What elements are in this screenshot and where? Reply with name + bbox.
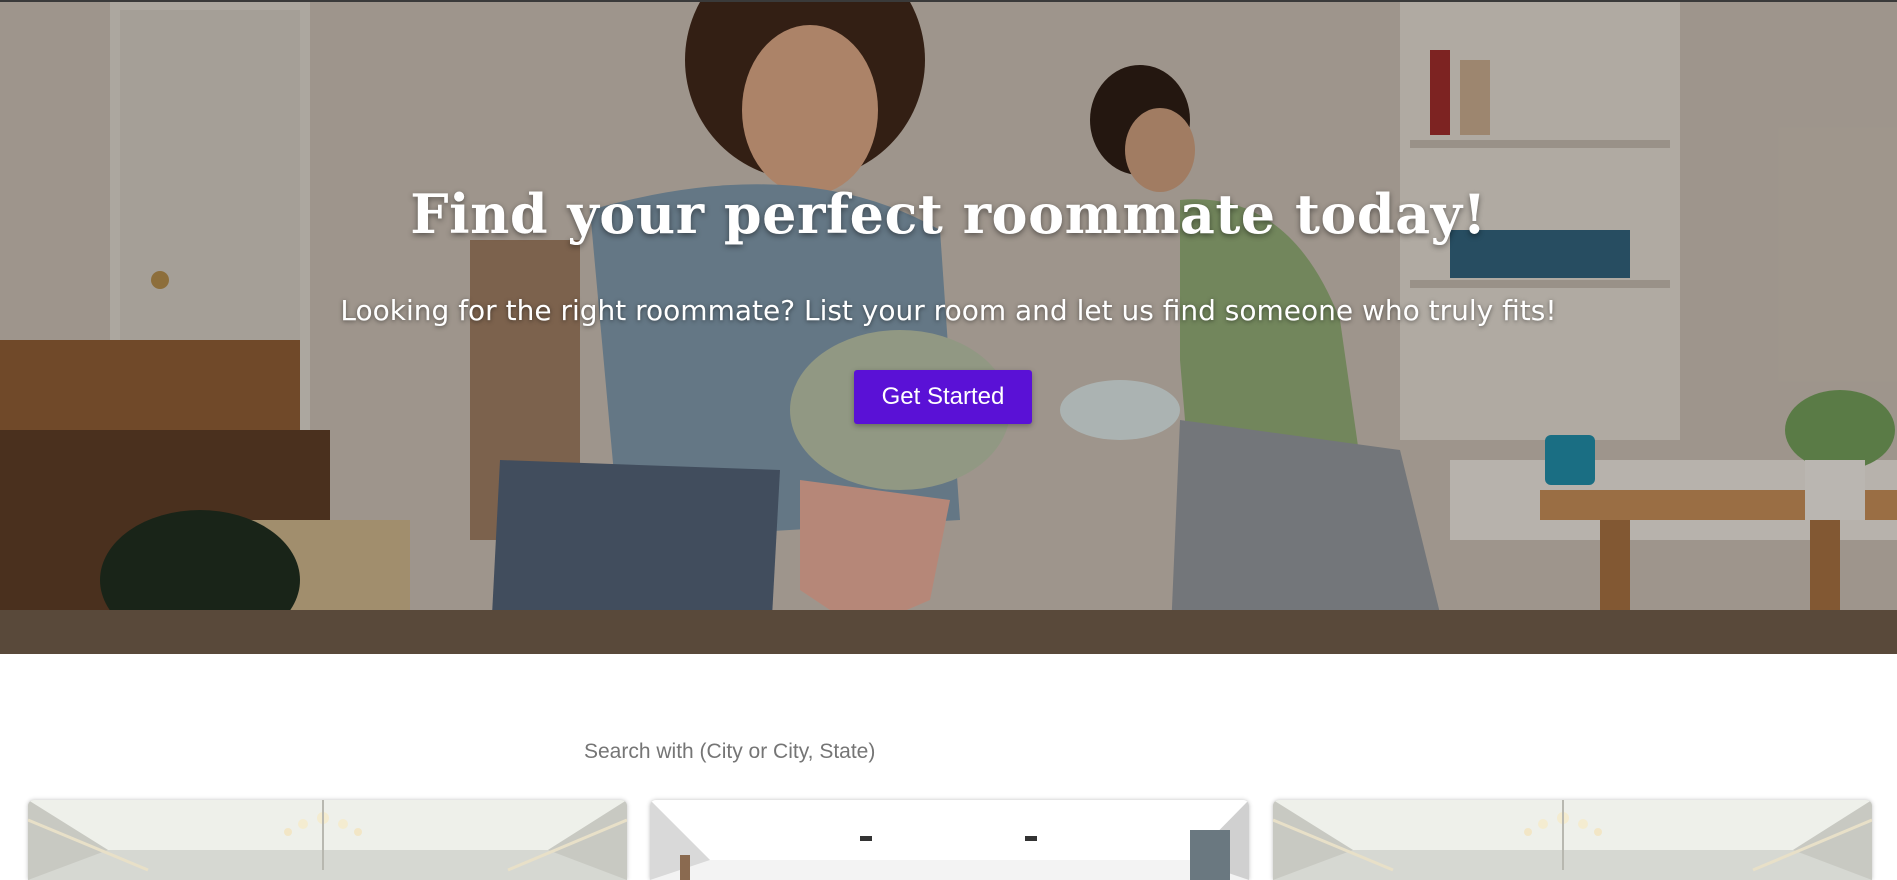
hero-section: Find your perfect roommate today! Lookin… bbox=[0, 0, 1897, 654]
bright-living-room-icon bbox=[650, 800, 1249, 880]
search-input[interactable] bbox=[580, 734, 1320, 770]
listing-card[interactable] bbox=[650, 800, 1249, 880]
browser-top-border bbox=[0, 0, 1897, 2]
listing-cards bbox=[0, 800, 1897, 880]
get-started-button[interactable]: Get Started bbox=[854, 370, 1032, 424]
hero-content: Find your perfect roommate today! Lookin… bbox=[0, 0, 1897, 654]
room-with-chandelier-icon bbox=[1273, 800, 1872, 880]
room-with-chandelier-icon bbox=[28, 800, 627, 880]
listing-card[interactable] bbox=[1273, 800, 1872, 880]
hero-subtitle: Looking for the right roommate? List you… bbox=[340, 294, 1557, 327]
search-bar bbox=[580, 734, 1320, 770]
hero-title: Find your perfect roommate today! bbox=[410, 182, 1487, 246]
listing-card[interactable] bbox=[28, 800, 627, 880]
